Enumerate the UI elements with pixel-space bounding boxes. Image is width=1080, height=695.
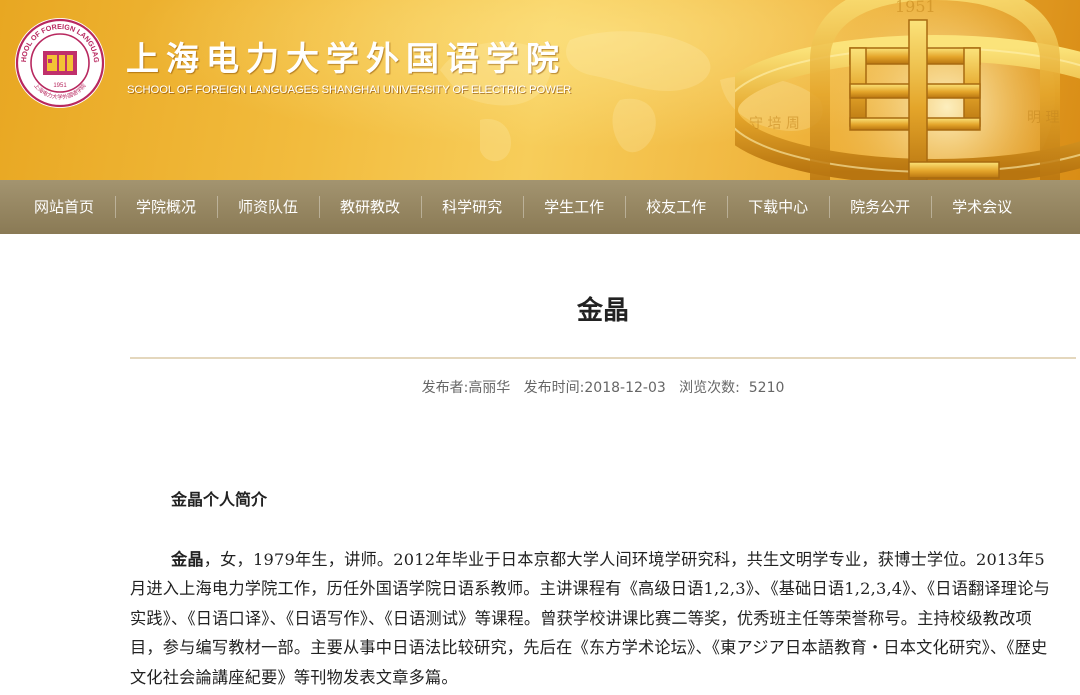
nav-alumni[interactable]: 校友工作 bbox=[646, 180, 706, 234]
nav-separator bbox=[319, 196, 321, 218]
nav-separator bbox=[217, 196, 219, 218]
nav-separator bbox=[625, 196, 627, 218]
date-label: 发布时间: bbox=[523, 380, 585, 396]
views-label: 浏览次数: bbox=[679, 380, 740, 396]
publisher-name: 高丽华 bbox=[468, 380, 511, 396]
emblem-year: 1951 bbox=[895, 0, 936, 16]
bio-heading: 金晶个人简介 bbox=[171, 490, 268, 509]
logo-year: 1951 bbox=[53, 83, 67, 89]
nav-teaching-reform[interactable]: 教研教改 bbox=[340, 180, 400, 234]
title-divider bbox=[130, 357, 1076, 359]
article-title: 金晶 bbox=[576, 296, 629, 326]
main-nav: 网站首页 学院概况 师资队伍 教研教改 科学研究 学生工作 校友工作 下载中心 … bbox=[0, 180, 1080, 234]
university-emblem-sculpture: 1951 守 培 周 明 理 bbox=[735, 0, 1080, 180]
nav-faculty[interactable]: 师资队伍 bbox=[238, 180, 298, 234]
school-name-en: SCHOOL OF FOREIGN LANGUAGES SHANGHAI UNI… bbox=[127, 84, 572, 96]
article-meta: 发布者:高丽华 发布时间:2018-12-03 浏览次数: 5210 bbox=[130, 377, 1076, 397]
nav-public-affairs[interactable]: 院务公开 bbox=[850, 180, 910, 234]
nav-student-affairs[interactable]: 学生工作 bbox=[544, 180, 604, 234]
nav-separator bbox=[523, 196, 525, 218]
ring-decoration-text-left: 守 培 周 bbox=[749, 116, 800, 132]
logo-emblem-icon: SCHOOL OF FOREIGN LANGUAGES 上海电力大学外国语学院 … bbox=[11, 10, 105, 108]
school-name-cn[interactable]: 上海电力大学外国语学院 bbox=[126, 32, 566, 80]
bio-paragraph: 金晶，女，1979年生，讲师。2012年毕业于日本京都大学人间环境学研究科，共生… bbox=[130, 545, 1050, 692]
nav-about[interactable]: 学院概况 bbox=[136, 180, 196, 234]
nav-separator bbox=[421, 196, 423, 218]
bio-text: ，女，1979年生，讲师。2012年毕业于日本京都大学人间环境学研究科，共生文明… bbox=[130, 550, 1050, 687]
publish-date: 2018-12-03 bbox=[584, 380, 666, 396]
bio-name: 金晶 bbox=[171, 550, 204, 569]
nav-separator bbox=[727, 196, 729, 218]
publisher-label: 发布者: bbox=[421, 380, 469, 396]
views-count: 5210 bbox=[748, 380, 785, 396]
nav-separator bbox=[829, 196, 831, 218]
nav-conferences[interactable]: 学术会议 bbox=[952, 180, 1012, 234]
ring-decoration-text-right: 明 理 bbox=[1027, 110, 1059, 126]
nav-home[interactable]: 网站首页 bbox=[34, 180, 94, 234]
site-banner: SCHOOL OF FOREIGN LANGUAGES 上海电力大学外国语学院 … bbox=[0, 0, 1080, 180]
nav-separator bbox=[931, 196, 933, 218]
nav-research[interactable]: 科学研究 bbox=[442, 180, 502, 234]
school-logo[interactable]: SCHOOL OF FOREIGN LANGUAGES 上海电力大学外国语学院 … bbox=[11, 10, 106, 109]
nav-separator bbox=[115, 196, 117, 218]
nav-downloads[interactable]: 下载中心 bbox=[748, 180, 808, 234]
